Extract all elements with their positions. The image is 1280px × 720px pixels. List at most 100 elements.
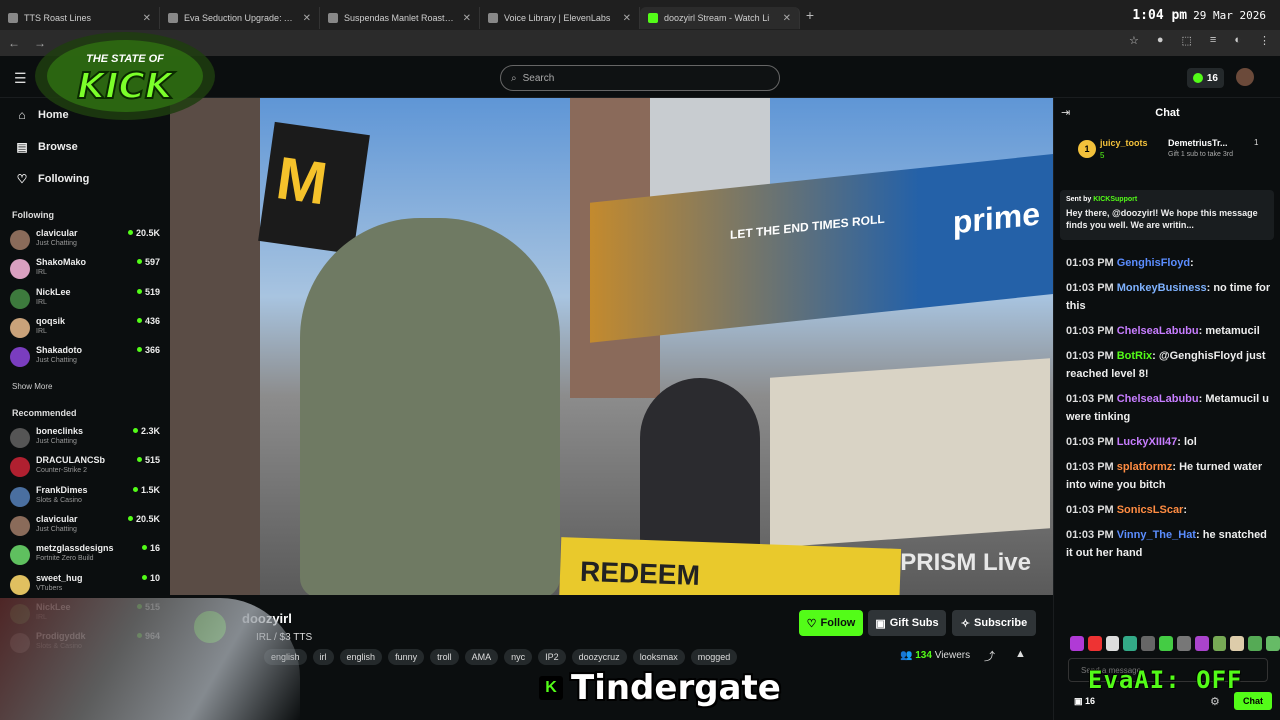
viewer-count: 10 <box>142 573 160 583</box>
send-chat-button[interactable]: Chat <box>1234 692 1272 710</box>
nav-browse[interactable]: ▤ Browse <box>16 140 77 154</box>
chat-message: 01:03 PM Vinny_The_Hat: he snatched it ou… <box>1066 526 1276 562</box>
reading-list-icon[interactable]: ≡ <box>1210 34 1216 47</box>
close-tab-icon[interactable]: ✕ <box>623 13 631 24</box>
back-icon[interactable]: ← <box>8 36 20 50</box>
viewers-icon: 👥 <box>900 650 913 661</box>
channel-points[interactable]: ▣ 16 <box>1074 696 1095 707</box>
message-username[interactable]: ChelseaLabubu <box>1117 325 1199 337</box>
bookmark-star-icon[interactable]: ☆ <box>1129 34 1139 47</box>
channel-avatar <box>10 515 30 536</box>
stream-tag[interactable]: looksmax <box>632 649 685 665</box>
sidebar-channel-draculancsb[interactable]: DRACULANCSb Counter-Strike 2 515 <box>10 455 160 483</box>
sidebar-channel-nicklee[interactable]: NickLee IRL 519 <box>10 287 160 315</box>
new-tab-button[interactable]: + <box>800 7 820 23</box>
stream-tag[interactable]: irl <box>312 649 334 665</box>
show-more-button[interactable]: Show More <box>12 382 52 391</box>
channel-avatar <box>10 545 30 566</box>
kicks-balance[interactable]: 16 <box>1186 68 1224 88</box>
message-username[interactable]: ChelseaLabubu <box>1117 393 1199 405</box>
emote-icon[interactable] <box>1230 636 1245 651</box>
emote-icon[interactable] <box>1123 636 1138 651</box>
message-username[interactable]: LuckyXIII47 <box>1117 436 1178 448</box>
channel-category: VTubers <box>36 584 63 592</box>
message-colon: : <box>1177 436 1184 448</box>
leaderboard-count: 1 <box>1254 138 1259 147</box>
stream-tag[interactable]: AMA <box>464 649 499 665</box>
channel-avatar <box>10 574 30 595</box>
message-time: 01:03 PM <box>1066 350 1114 362</box>
gear-icon[interactable]: ⚙ <box>1210 695 1220 708</box>
leaderboard-user[interactable]: DemetriusTr... <box>1168 138 1228 148</box>
recommended-header: Recommended <box>12 408 77 418</box>
browser-tab-active[interactable]: doozyirl Stream - Watch Li ✕ <box>640 7 800 29</box>
sidebar-channel-clavicular[interactable]: clavicular Just Chatting 20.5K <box>10 514 160 542</box>
sidebar-channel-metzglassdesigns[interactable]: metzglassdesigns Fortnite Zero Build 16 <box>10 543 160 571</box>
sidebar-channel-frankdimes[interactable]: FrankDimes Slots & Casino 1.5K <box>10 485 160 513</box>
sidebar-channel-shakomako[interactable]: ShakoMako IRL 597 <box>10 257 160 285</box>
message-username[interactable]: BotRix <box>1117 350 1152 362</box>
home-icon: ⌂ <box>18 108 26 122</box>
message-username[interactable]: GenghisFloyd <box>1117 257 1190 269</box>
user-avatar[interactable] <box>1236 68 1254 86</box>
extensions-icon[interactable]: ⬚ <box>1182 34 1192 47</box>
share-icon[interactable]: ⤴ <box>984 648 995 664</box>
message-text: metamucil <box>1205 325 1260 337</box>
emote-icon[interactable] <box>1070 636 1084 651</box>
stream-tag[interactable]: english <box>339 649 383 665</box>
chat-message: 01:03 PM ChelseaLabubu: Metamucil u were … <box>1066 390 1276 426</box>
sidebar-channel-clavicular[interactable]: clavicular Just Chatting 20.5K <box>10 228 160 256</box>
close-tab-icon[interactable]: ✕ <box>143 13 151 24</box>
close-tab-icon[interactable]: ✕ <box>783 13 791 24</box>
sidebar-channel-shakadoto[interactable]: Shakadoto Just Chatting 366 <box>10 345 160 373</box>
emote-icon[interactable] <box>1266 636 1280 651</box>
close-tab-icon[interactable]: ✕ <box>463 13 471 24</box>
sidebar-channel-boneclinks[interactable]: boneclinks Just Chatting 2.3K <box>10 426 160 454</box>
message-username[interactable]: splatformz <box>1117 461 1173 473</box>
emote-icon[interactable] <box>1248 636 1263 651</box>
close-tab-icon[interactable]: ✕ <box>303 13 311 24</box>
browser-tab[interactable]: Suspendas Manlet Roasts & T ✕ <box>320 7 480 29</box>
stream-tag[interactable]: mogged <box>690 649 738 665</box>
pinned-message[interactable]: Sent by KICKSupport Hey there, @doozyirl… <box>1060 190 1274 240</box>
viewer-count: 436 <box>137 316 160 326</box>
report-icon[interactable]: ▲ <box>1015 648 1026 660</box>
message-time: 01:03 PM <box>1066 529 1114 541</box>
sidebar-channel-qoqsik[interactable]: qoqsik IRL 436 <box>10 316 160 344</box>
record-icon[interactable]: ● <box>1157 34 1164 47</box>
channel-name: DRACULANCSb <box>36 455 105 466</box>
emote-icon[interactable] <box>1194 636 1209 651</box>
follow-button[interactable]: ♡ Follow <box>799 610 863 636</box>
emote-icon[interactable] <box>1141 636 1156 651</box>
video-player[interactable]: prime LET THE END TIMES ROLL M REDEEM PRI… <box>170 98 1053 595</box>
stream-tag[interactable]: troll <box>430 649 459 665</box>
emote-icon[interactable] <box>1087 636 1102 651</box>
stream-tag[interactable]: nyc <box>504 649 533 665</box>
message-username[interactable]: Vinny_The_Hat <box>1117 529 1196 541</box>
sidebar-channel-sweet_hug[interactable]: sweet_hug VTubers 10 <box>10 573 160 601</box>
subscribe-button[interactable]: ✧ Subscribe <box>952 610 1036 636</box>
emote-icon[interactable] <box>1212 636 1227 651</box>
search-input[interactable]: ⌕ Search <box>500 65 780 91</box>
gift-icon: ▣ <box>875 617 886 630</box>
emote-icon[interactable] <box>1159 636 1173 651</box>
emote-icon[interactable] <box>1176 636 1191 651</box>
nav-following[interactable]: ♡ Following <box>16 172 90 186</box>
leaderboard-user[interactable]: juicy_toots <box>1100 138 1148 148</box>
channel-avatar <box>10 486 30 507</box>
profile-icon[interactable]: ◐ <box>1234 34 1241 47</box>
gift-subs-button[interactable]: ▣ Gift Subs <box>868 610 946 636</box>
chat-message: 01:03 PM SonicsLScar: <box>1066 501 1276 519</box>
browser-menu-icon[interactable]: ⋮ <box>1259 34 1270 47</box>
menu-icon[interactable]: ☰ <box>14 70 27 87</box>
stream-tag[interactable]: funny <box>388 649 425 665</box>
message-username[interactable]: SonicsLScar <box>1117 504 1184 516</box>
message-username[interactable]: MonkeyBusiness <box>1117 282 1207 294</box>
emote-icon[interactable] <box>1105 636 1120 651</box>
stream-tag[interactable]: IP2 <box>538 649 566 665</box>
browser-tab[interactable]: Voice Library | ElevenLabs ✕ <box>480 7 640 29</box>
viewer-count: 👥 134 Viewers <box>900 650 971 661</box>
rank-badge: 1 <box>1078 140 1096 158</box>
stream-tag[interactable]: doozycruz <box>571 649 627 665</box>
channel-category: Just Chatting <box>36 525 77 533</box>
